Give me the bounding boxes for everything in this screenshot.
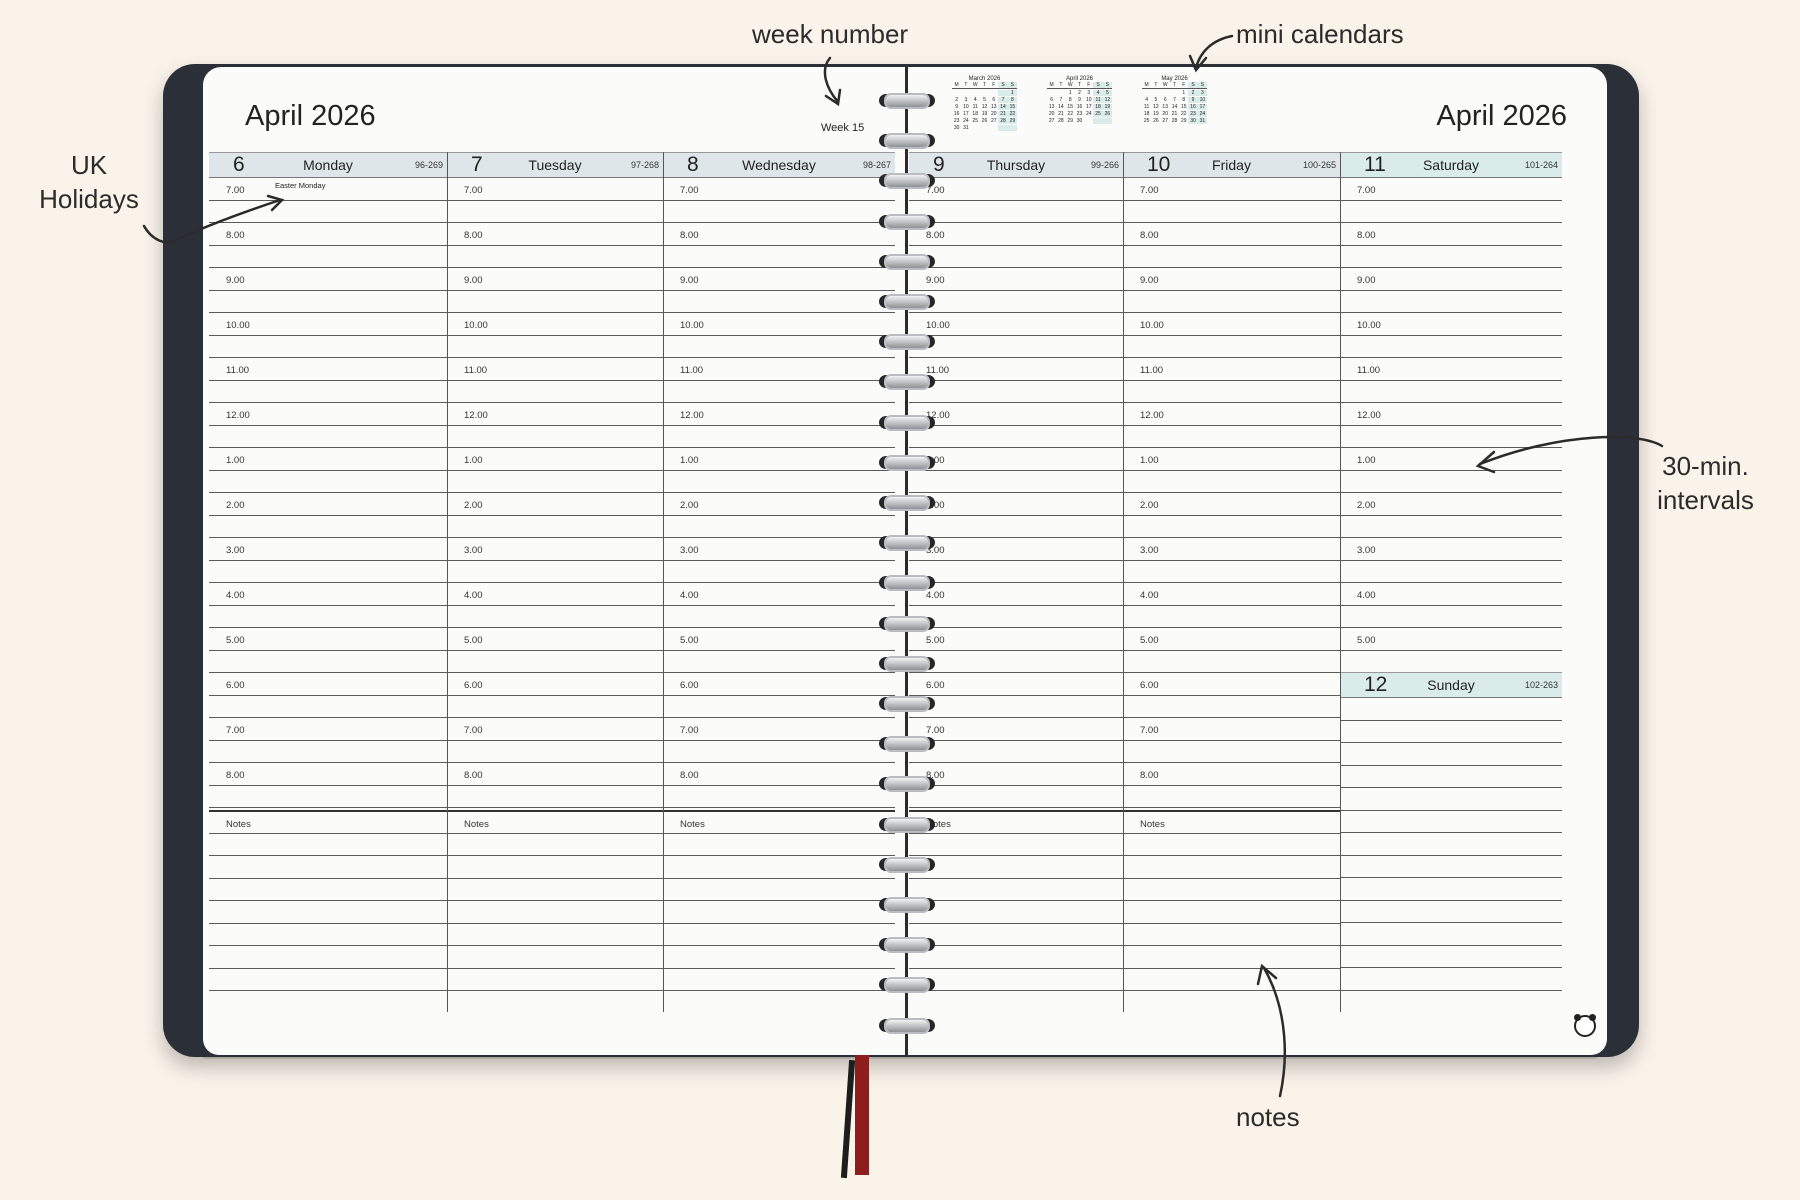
planner-photo: April 2026 Week 15 Easter Monday 6 Monday… [0,0,1800,1200]
arrow-notes [1262,966,1286,1098]
arrow-uk-holidays [142,198,282,244]
annotation-arrows [142,34,1664,1098]
arrow-intervals [1478,435,1664,466]
